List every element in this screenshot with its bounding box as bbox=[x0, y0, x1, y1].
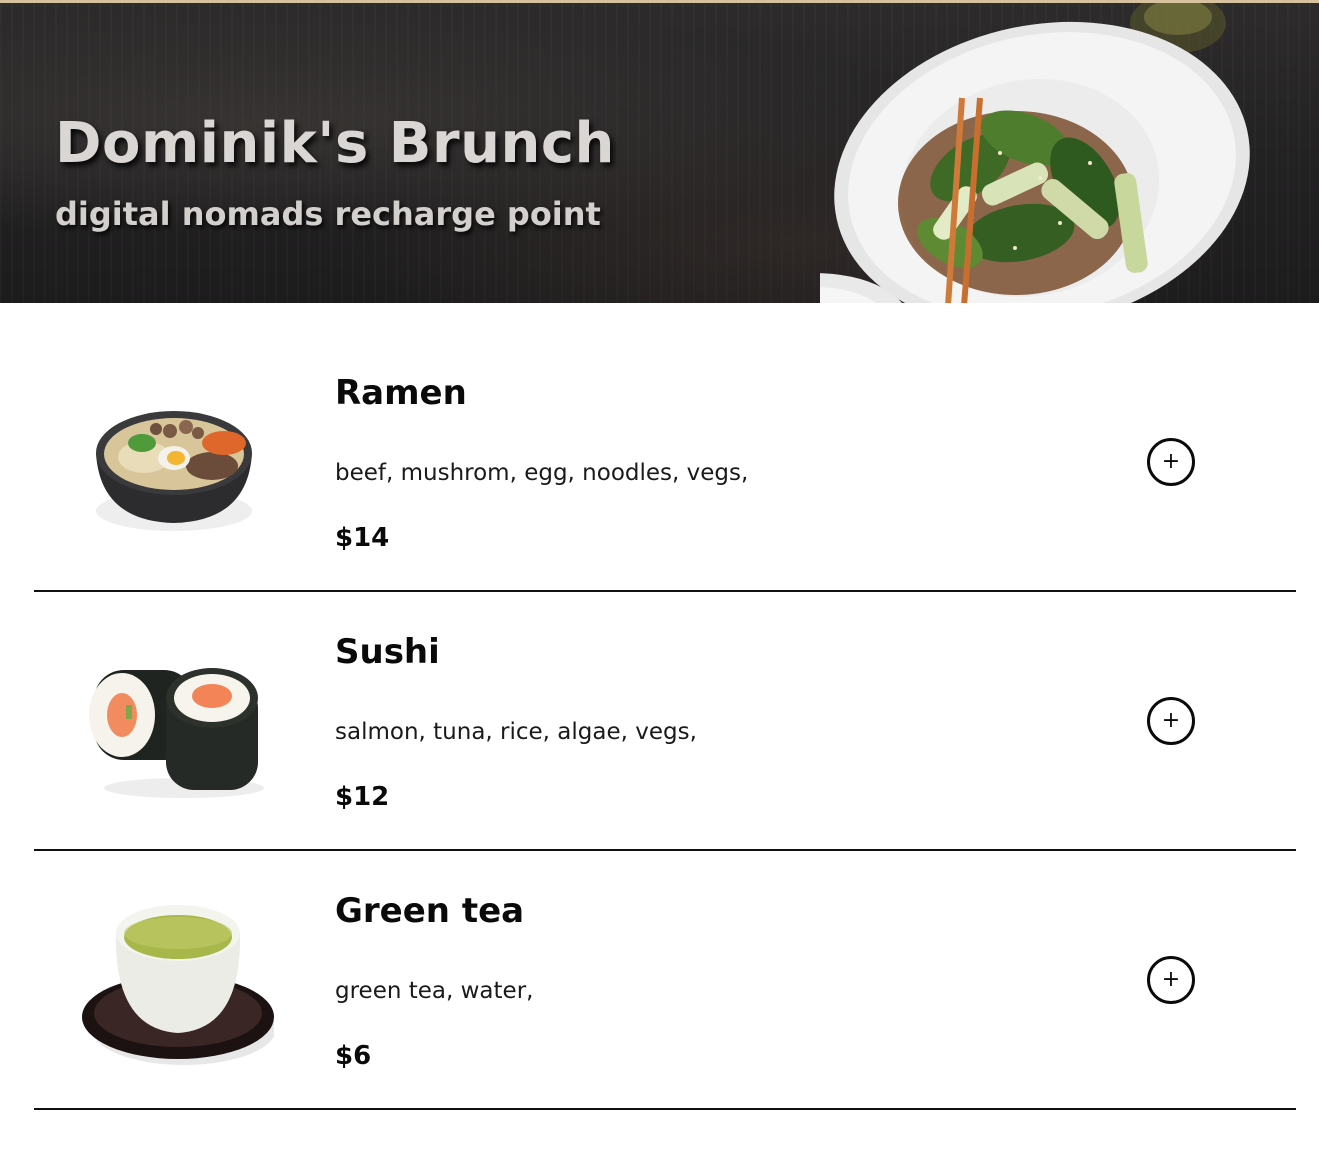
restaurant-title: Dominik's Brunch bbox=[55, 111, 615, 176]
menu-item-name: Green tea bbox=[335, 891, 525, 931]
ramen-bowl-icon bbox=[96, 411, 252, 531]
hero-banner: Dominik's Brunch digital nomads recharge… bbox=[0, 0, 1319, 303]
menu-item-price: $12 bbox=[335, 782, 390, 812]
hero-dish-image bbox=[820, 3, 1250, 303]
plus-icon: + bbox=[1161, 967, 1181, 992]
menu-item-name: Ramen bbox=[335, 373, 467, 413]
sushi-rolls-icon bbox=[89, 668, 264, 798]
menu-item-price: $14 bbox=[335, 523, 390, 553]
menu-item-ingredients: beef, mushrom, egg, noodles, vegs, bbox=[335, 460, 749, 486]
menu-item-sushi: Sushi salmon, tuna, rice, algae, vegs, $… bbox=[34, 592, 1296, 851]
menu-item-ramen: Ramen beef, mushrom, egg, noodles, vegs,… bbox=[34, 333, 1296, 592]
menu-list: Ramen beef, mushrom, egg, noodles, vegs,… bbox=[34, 333, 1296, 1110]
menu-item-ingredients: salmon, tuna, rice, algae, vegs, bbox=[335, 719, 697, 745]
menu-item-price: $6 bbox=[335, 1041, 372, 1071]
restaurant-subtitle: digital nomads recharge point bbox=[55, 195, 601, 233]
plus-icon: + bbox=[1161, 449, 1181, 474]
green-tea-cup-icon bbox=[82, 905, 274, 1065]
add-to-cart-button[interactable]: + bbox=[1147, 697, 1195, 745]
plus-icon: + bbox=[1161, 708, 1181, 733]
menu-item-green-tea: Green tea green tea, water, $6 + bbox=[34, 851, 1296, 1110]
add-to-cart-button[interactable]: + bbox=[1147, 956, 1195, 1004]
menu-item-ingredients: green tea, water, bbox=[335, 978, 534, 1004]
add-to-cart-button[interactable]: + bbox=[1147, 438, 1195, 486]
menu-item-name: Sushi bbox=[335, 632, 440, 672]
